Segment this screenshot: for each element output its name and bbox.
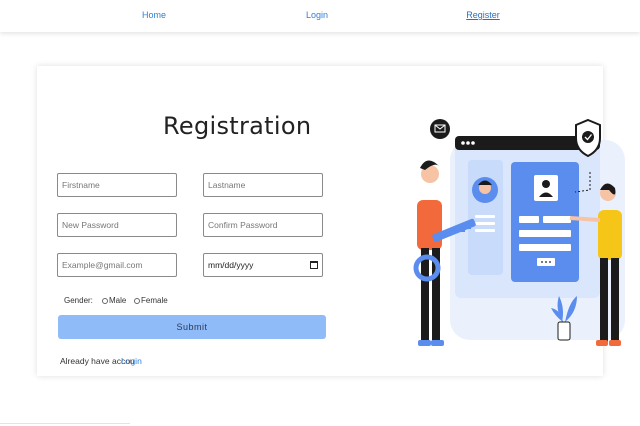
email-input[interactable]	[57, 253, 177, 277]
gender-male-radio[interactable]: Male	[102, 296, 126, 305]
nav-login-link[interactable]: Login	[306, 10, 328, 20]
top-navbar: Home Login Register	[0, 0, 640, 32]
registration-illustration	[413, 118, 625, 346]
gender-label: Gender:	[64, 296, 93, 305]
calendar-icon[interactable]	[310, 261, 318, 269]
birthdate-input[interactable]: mm/dd/yyyy	[203, 253, 323, 277]
submit-button[interactable]: Submit	[58, 315, 326, 339]
page-title: Registration	[163, 112, 312, 140]
lastname-input[interactable]	[203, 173, 323, 197]
gender-female-label: Female	[141, 296, 168, 305]
nav-home-link[interactable]: Home	[142, 10, 166, 20]
browser-dot-icon	[466, 141, 470, 145]
new-password-input[interactable]	[57, 213, 177, 237]
date-placeholder: mm/dd/yyyy	[208, 260, 254, 270]
radio-circle-icon[interactable]	[102, 297, 108, 304]
radio-circle-icon[interactable]	[134, 297, 140, 304]
confirm-password-input[interactable]	[203, 213, 323, 237]
footer-divider	[0, 423, 130, 424]
firstname-input[interactable]	[57, 173, 177, 197]
browser-dot-icon	[461, 141, 465, 145]
gender-female-radio[interactable]: Female	[134, 296, 168, 305]
gender-male-label: Male	[109, 296, 127, 305]
nav-register-link[interactable]: Register	[466, 10, 500, 20]
login-link[interactable]: Login	[121, 356, 142, 366]
browser-dot-icon	[471, 141, 475, 145]
